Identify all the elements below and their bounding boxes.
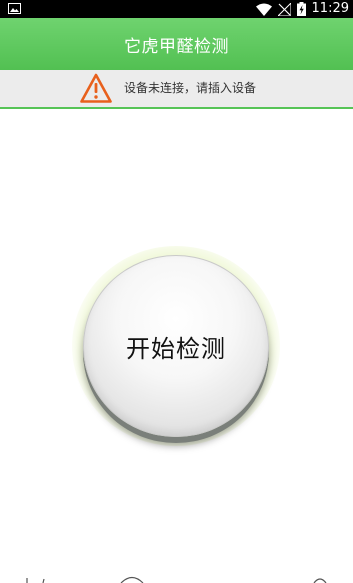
battery-charging-icon <box>296 2 306 16</box>
navigation-bar-partial <box>26 576 327 583</box>
connection-alert-banner: 设备未连接，请插入设备 <box>0 70 353 109</box>
app-header: 它虎甲醛检测 <box>0 18 353 70</box>
start-button-label: 开始检测 <box>126 334 226 363</box>
alert-message: 设备未连接，请插入设备 <box>124 81 257 95</box>
warning-icon <box>80 73 112 103</box>
wifi-icon <box>255 3 272 16</box>
image-icon <box>8 3 21 14</box>
status-time: 11:29 <box>311 1 349 16</box>
start-detection-button[interactable]: 开始检测 <box>83 255 269 437</box>
app-title: 它虎甲醛检测 <box>124 36 229 57</box>
signal-off-icon <box>277 2 291 16</box>
status-bar: 11:29 <box>0 0 353 18</box>
start-button-wrapper: 开始检测 <box>72 246 280 446</box>
